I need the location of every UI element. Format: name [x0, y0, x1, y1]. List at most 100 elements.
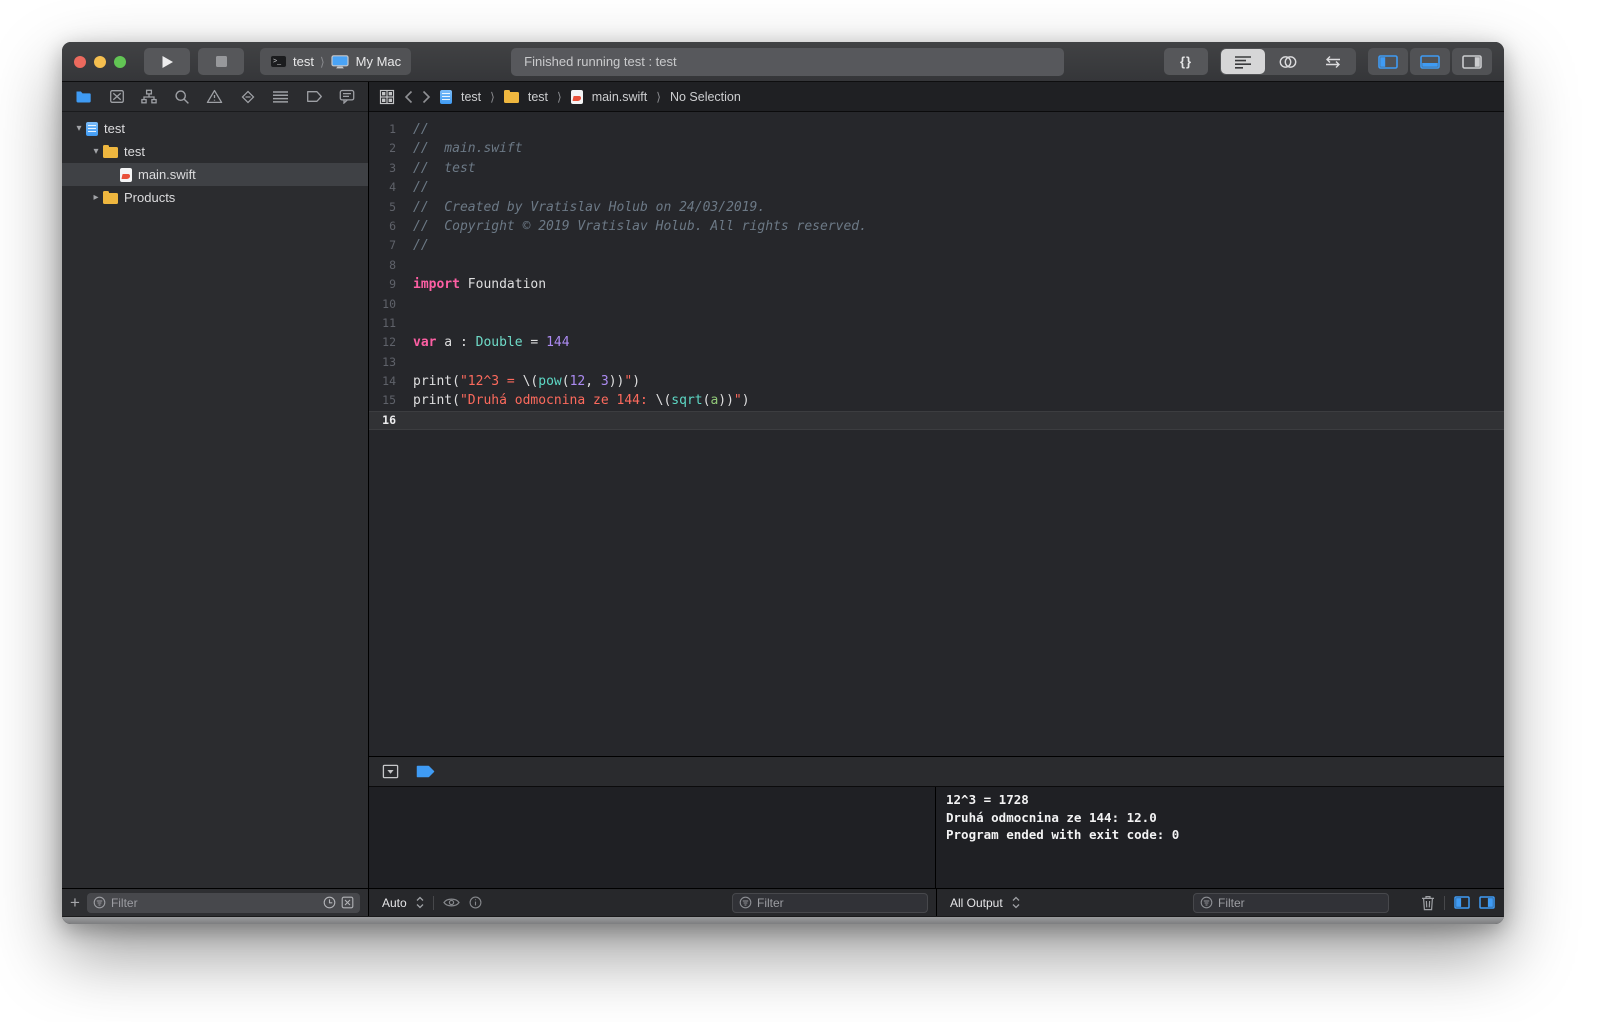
- code-line-7[interactable]: 7//: [369, 236, 1504, 255]
- line-number[interactable]: 10: [369, 295, 413, 314]
- filter-placeholder: Filter: [1218, 896, 1382, 910]
- project-file-icon: [440, 90, 452, 104]
- disclosure-triangle-icon[interactable]: ▾: [89, 146, 103, 157]
- show-variables-view-icon[interactable]: [1454, 896, 1470, 909]
- line-number[interactable]: 13: [369, 353, 413, 372]
- code-line-2[interactable]: 2// main.swift: [369, 139, 1504, 158]
- line-number[interactable]: 15: [369, 391, 413, 410]
- code-review-button[interactable]: {}: [1164, 48, 1208, 75]
- related-items-button[interactable]: [379, 89, 395, 105]
- line-number[interactable]: 6: [369, 217, 413, 236]
- line-number[interactable]: 14: [369, 372, 413, 391]
- line-number[interactable]: 7: [369, 236, 413, 255]
- code-line-4[interactable]: 4//: [369, 178, 1504, 197]
- crumb-project[interactable]: test: [461, 90, 481, 104]
- line-number[interactable]: 4: [369, 178, 413, 197]
- navigator-tab-debug[interactable]: [272, 90, 289, 104]
- filter-placeholder: Filter: [757, 896, 921, 910]
- back-button[interactable]: [404, 90, 413, 104]
- navigator-tab-find[interactable]: [174, 89, 190, 105]
- source-editor[interactable]: 1//2// main.swift3// test4//5// Created …: [369, 112, 1504, 756]
- clear-console-trash-icon[interactable]: [1421, 895, 1435, 911]
- navigator-filter-field[interactable]: Filter: [87, 893, 360, 913]
- variables-scope-selector[interactable]: Auto: [382, 896, 407, 910]
- line-number[interactable]: 12: [369, 333, 413, 352]
- info-icon[interactable]: [469, 896, 482, 909]
- scm-status-filter-icon[interactable]: [341, 896, 354, 909]
- terminal-icon: >_: [270, 55, 287, 68]
- code-line-8[interactable]: 8: [369, 256, 1504, 275]
- code-line-15[interactable]: 15print("Druhá odmocnina ze 144: \(sqrt(…: [369, 391, 1504, 410]
- traffic-lights: [74, 56, 126, 68]
- run-button[interactable]: [144, 48, 190, 75]
- console-filter-field[interactable]: Filter: [1193, 893, 1389, 913]
- line-number[interactable]: 5: [369, 198, 413, 217]
- hide-debug-area-button[interactable]: [382, 764, 399, 779]
- disclosure-triangle-icon[interactable]: ▾: [72, 123, 86, 134]
- line-number[interactable]: 1: [369, 120, 413, 139]
- console-scope-selector[interactable]: All Output: [950, 896, 1003, 910]
- code-line-16[interactable]: 16: [369, 411, 1504, 430]
- chevron-left-icon: [404, 90, 413, 104]
- debug-panel-toggle[interactable]: [1410, 48, 1450, 75]
- line-number[interactable]: 16: [369, 411, 413, 430]
- toolbar-right-group: {}: [1164, 48, 1492, 75]
- line-number[interactable]: 8: [369, 256, 413, 275]
- code-line-1[interactable]: 1//: [369, 120, 1504, 139]
- breakpoints-toggle-button[interactable]: [416, 765, 435, 778]
- tree-item-test[interactable]: ▾test: [62, 117, 368, 140]
- line-number[interactable]: 11: [369, 314, 413, 333]
- tree-item-test[interactable]: ▾test: [62, 140, 368, 163]
- recents-clock-icon[interactable]: [323, 896, 336, 909]
- crumb-selection[interactable]: No Selection: [670, 90, 741, 104]
- code-line-9[interactable]: 9import Foundation: [369, 275, 1504, 294]
- navigator-tab-breakpoints[interactable]: [306, 90, 323, 103]
- navigator-tab-source-control[interactable]: [109, 89, 125, 104]
- navigator-tab-issues[interactable]: [206, 89, 223, 104]
- quicklook-eye-icon[interactable]: [443, 897, 460, 908]
- scheme-selector[interactable]: >_ test ⟩ My Mac: [260, 48, 411, 75]
- stop-button[interactable]: [198, 48, 244, 75]
- code-line-14[interactable]: 14print("12^3 = \(pow(12, 3))"): [369, 372, 1504, 391]
- play-icon: [161, 55, 174, 69]
- close-button[interactable]: [74, 56, 86, 68]
- navigator-panel-toggle[interactable]: [1368, 48, 1408, 75]
- forward-button[interactable]: [422, 90, 431, 104]
- minimize-button[interactable]: [94, 56, 106, 68]
- tree-item-products[interactable]: ▸Products: [62, 186, 368, 209]
- zoom-button[interactable]: [114, 56, 126, 68]
- line-number[interactable]: 3: [369, 159, 413, 178]
- code-line-11[interactable]: 11: [369, 314, 1504, 333]
- editor-column: test ⟩ test ⟩ main.swift ⟩ No Selection …: [369, 82, 1504, 888]
- navigator-tab-symbols[interactable]: [141, 89, 157, 104]
- code-line-6[interactable]: 6// Copyright © 2019 Vratislav Holub. Al…: [369, 217, 1504, 236]
- scheme-destination[interactable]: My Mac: [356, 54, 402, 69]
- tree-item-main-swift[interactable]: main.swift: [62, 163, 368, 186]
- code-line-12[interactable]: 12var a : Double = 144: [369, 333, 1504, 352]
- code-line-3[interactable]: 3// test: [369, 159, 1504, 178]
- disclosure-triangle-icon[interactable]: ▸: [89, 192, 103, 203]
- crumb-group[interactable]: test: [528, 90, 548, 104]
- variables-view[interactable]: [369, 787, 936, 888]
- scheme-target[interactable]: test: [293, 54, 314, 69]
- navigator-tab-tests[interactable]: [240, 89, 256, 105]
- inspector-panel-toggle[interactable]: [1452, 48, 1492, 75]
- line-text: import Foundation: [413, 275, 546, 294]
- swift-file-icon: [571, 90, 583, 104]
- standard-editor-button[interactable]: [1221, 49, 1265, 74]
- assistant-editor-button[interactable]: [1266, 49, 1310, 74]
- navigator-tab-project[interactable]: [75, 89, 92, 104]
- variables-filter-field[interactable]: Filter: [732, 893, 928, 913]
- crumb-file[interactable]: main.swift: [592, 90, 648, 104]
- add-button[interactable]: +: [70, 894, 80, 911]
- version-editor-button[interactable]: [1311, 49, 1355, 74]
- code-line-5[interactable]: 5// Created by Vratislav Holub on 24/03/…: [369, 198, 1504, 217]
- code-line-10[interactable]: 10: [369, 295, 1504, 314]
- navigator-tab-reports[interactable]: [339, 89, 355, 104]
- show-console-view-icon[interactable]: [1479, 896, 1495, 909]
- line-number[interactable]: 9: [369, 275, 413, 294]
- line-number[interactable]: 2: [369, 139, 413, 158]
- console-output[interactable]: 12^3 = 1728Druhá odmocnina ze 144: 12.0P…: [936, 787, 1504, 888]
- code-line-13[interactable]: 13: [369, 353, 1504, 372]
- swift-icon: [120, 168, 132, 182]
